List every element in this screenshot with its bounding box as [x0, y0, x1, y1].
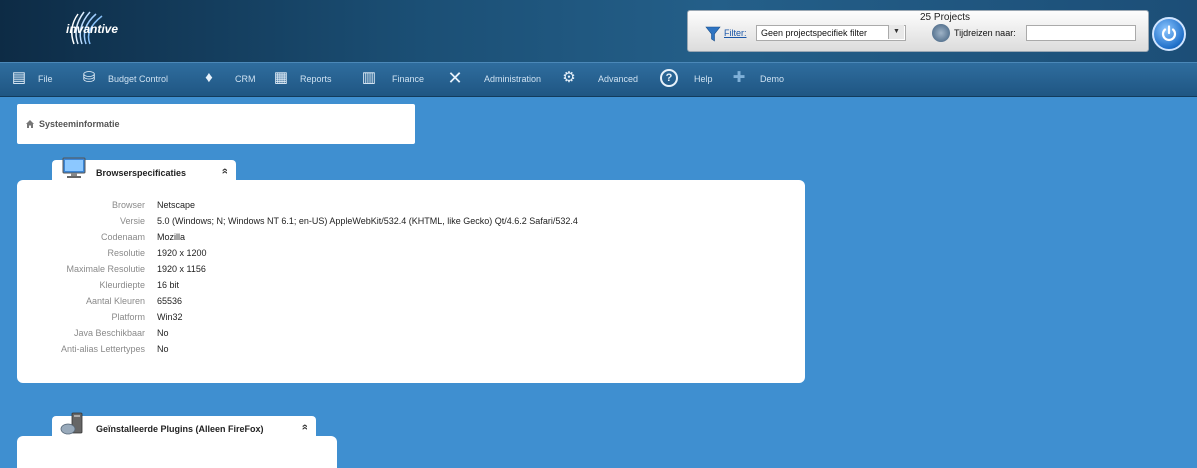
- monitor-icon: [62, 157, 86, 178]
- spec-value: Mozilla: [157, 232, 186, 242]
- spec-value: 5.0 (Windows; N; Windows NT 6.1; en-US) …: [157, 216, 578, 226]
- menu-item-label: CRM: [235, 74, 256, 84]
- menu-item-budget-control[interactable]: ⛁ Budget Control: [78, 63, 188, 96]
- menu-item-label: Advanced: [598, 74, 639, 84]
- filter-icon[interactable]: [705, 26, 721, 42]
- filter-link[interactable]: Filter:: [724, 28, 747, 38]
- spec-row: Platform Win32: [17, 312, 797, 328]
- spec-value: 16 bit: [157, 280, 180, 290]
- spec-label: Versie: [119, 216, 145, 226]
- menu-item-label: File: [38, 74, 53, 84]
- time-travel-icon: [932, 24, 950, 42]
- spec-label: Platform: [111, 312, 145, 322]
- spec-value: Netscape: [157, 200, 196, 210]
- menu-item-demo[interactable]: ✚ Demo: [730, 63, 800, 96]
- home-icon[interactable]: [26, 120, 34, 128]
- spec-row: Codenaam Mozilla: [17, 232, 797, 248]
- spec-label: Java Beschikbaar: [73, 328, 145, 338]
- browser-specs-panel: Browser Netscape Versie 5.0 (Windows; N;…: [17, 180, 805, 383]
- menu-item-label: Help: [694, 74, 713, 84]
- logout-button[interactable]: [1152, 17, 1186, 51]
- chevron-down-icon[interactable]: ▼: [888, 25, 904, 39]
- menu-item-label: Finance: [392, 74, 425, 84]
- project-toolbar: 25 Projects Filter: Geen projectspecifie…: [687, 10, 1149, 52]
- plugins-panel: [17, 436, 337, 468]
- menu-item-label: Budget Control: [108, 74, 169, 84]
- spec-label: Codenaam: [100, 232, 145, 242]
- menu-item-label: Reports: [300, 74, 332, 84]
- crm-icon: ♦: [205, 69, 213, 86]
- spec-row: Java Beschikbaar No: [17, 328, 797, 344]
- spec-value: No: [157, 344, 169, 354]
- app-header: invantive 25 Projects Filter: Geen proje…: [0, 0, 1197, 62]
- spec-label: Resolutie: [107, 248, 145, 258]
- collapse-toggle-icon[interactable]: »: [299, 424, 311, 430]
- spec-label: Aantal Kleuren: [85, 296, 145, 306]
- spec-value: No: [157, 328, 169, 338]
- advanced-icon: ⚙: [562, 69, 576, 86]
- spec-value: 65536: [157, 296, 183, 306]
- time-travel-label: Tijdreizen naar:: [954, 28, 1016, 38]
- browser-panel-tab: Browserspecificaties »: [52, 157, 236, 182]
- menu-item-reports[interactable]: ▦ Reports: [270, 63, 350, 96]
- spec-value: Win32: [157, 312, 183, 322]
- menu-item-label: Administration: [484, 74, 542, 84]
- spec-label: Kleurdiepte: [99, 280, 145, 290]
- menu-item-administration[interactable]: ✕ Administration: [446, 63, 554, 96]
- spec-label: Browser: [111, 200, 145, 210]
- breadcrumb-current: Systeeminformatie: [39, 119, 120, 129]
- plugins-panel-tab: Geïnstalleerde Plugins (Alleen FireFox) …: [52, 412, 316, 438]
- reports-icon: ▦: [273, 69, 289, 86]
- spec-row: Kleurdiepte 16 bit: [17, 280, 797, 296]
- plugins-panel-title: Geïnstalleerde Plugins (Alleen FireFox): [96, 424, 264, 434]
- power-icon: [1161, 25, 1177, 41]
- spec-row: Maximale Resolutie 1920 x 1156: [17, 264, 797, 280]
- project-filter-select[interactable]: Geen projectspecifiek filter: [756, 25, 906, 41]
- spec-row: Anti-alias Lettertypes No: [17, 344, 797, 360]
- projects-count: 25 Projects: [920, 12, 971, 23]
- administration-icon: ✕: [447, 68, 463, 88]
- menu-item-advanced[interactable]: ⚙ Advanced: [560, 63, 650, 96]
- spec-row: Aantal Kleuren 65536: [17, 296, 797, 312]
- spec-row: Browser Netscape: [17, 200, 797, 216]
- main-menu: ▤ File ⛁ Budget Control ♦ CRM ▦ Reports …: [0, 62, 1197, 97]
- menu-item-file[interactable]: ▤ File: [8, 63, 68, 96]
- menu-item-finance[interactable]: ▥ Finance: [358, 63, 434, 96]
- menu-item-label: Demo: [760, 74, 785, 84]
- project-filter-value: Geen projectspecifiek filter: [761, 28, 868, 38]
- demo-icon: ✚: [732, 69, 746, 86]
- logo-text: invantive: [66, 22, 119, 36]
- spec-label: Anti-alias Lettertypes: [60, 344, 145, 354]
- finance-icon: ▥: [361, 69, 377, 86]
- spec-row: Versie 5.0 (Windows; N; Windows NT 6.1; …: [17, 216, 797, 232]
- help-icon: ?: [660, 69, 678, 87]
- browser-panel-title: Browserspecificaties: [96, 168, 187, 178]
- spec-row: Resolutie 1920 x 1200: [17, 248, 797, 264]
- collapse-toggle-icon[interactable]: »: [219, 168, 231, 174]
- budget-control-icon: ⛁: [82, 69, 96, 86]
- menu-item-help[interactable]: ? Help: [660, 63, 718, 96]
- file-icon: ▤: [11, 69, 27, 86]
- spec-label: Maximale Resolutie: [66, 264, 145, 274]
- spec-value: 1920 x 1200: [157, 248, 207, 258]
- breadcrumb: Systeeminformatie: [17, 104, 415, 144]
- spec-value: 1920 x 1156: [157, 264, 206, 274]
- menu-item-crm[interactable]: ♦ CRM: [198, 63, 258, 96]
- time-travel-input[interactable]: [1026, 25, 1136, 41]
- plugin-icon: [60, 412, 83, 435]
